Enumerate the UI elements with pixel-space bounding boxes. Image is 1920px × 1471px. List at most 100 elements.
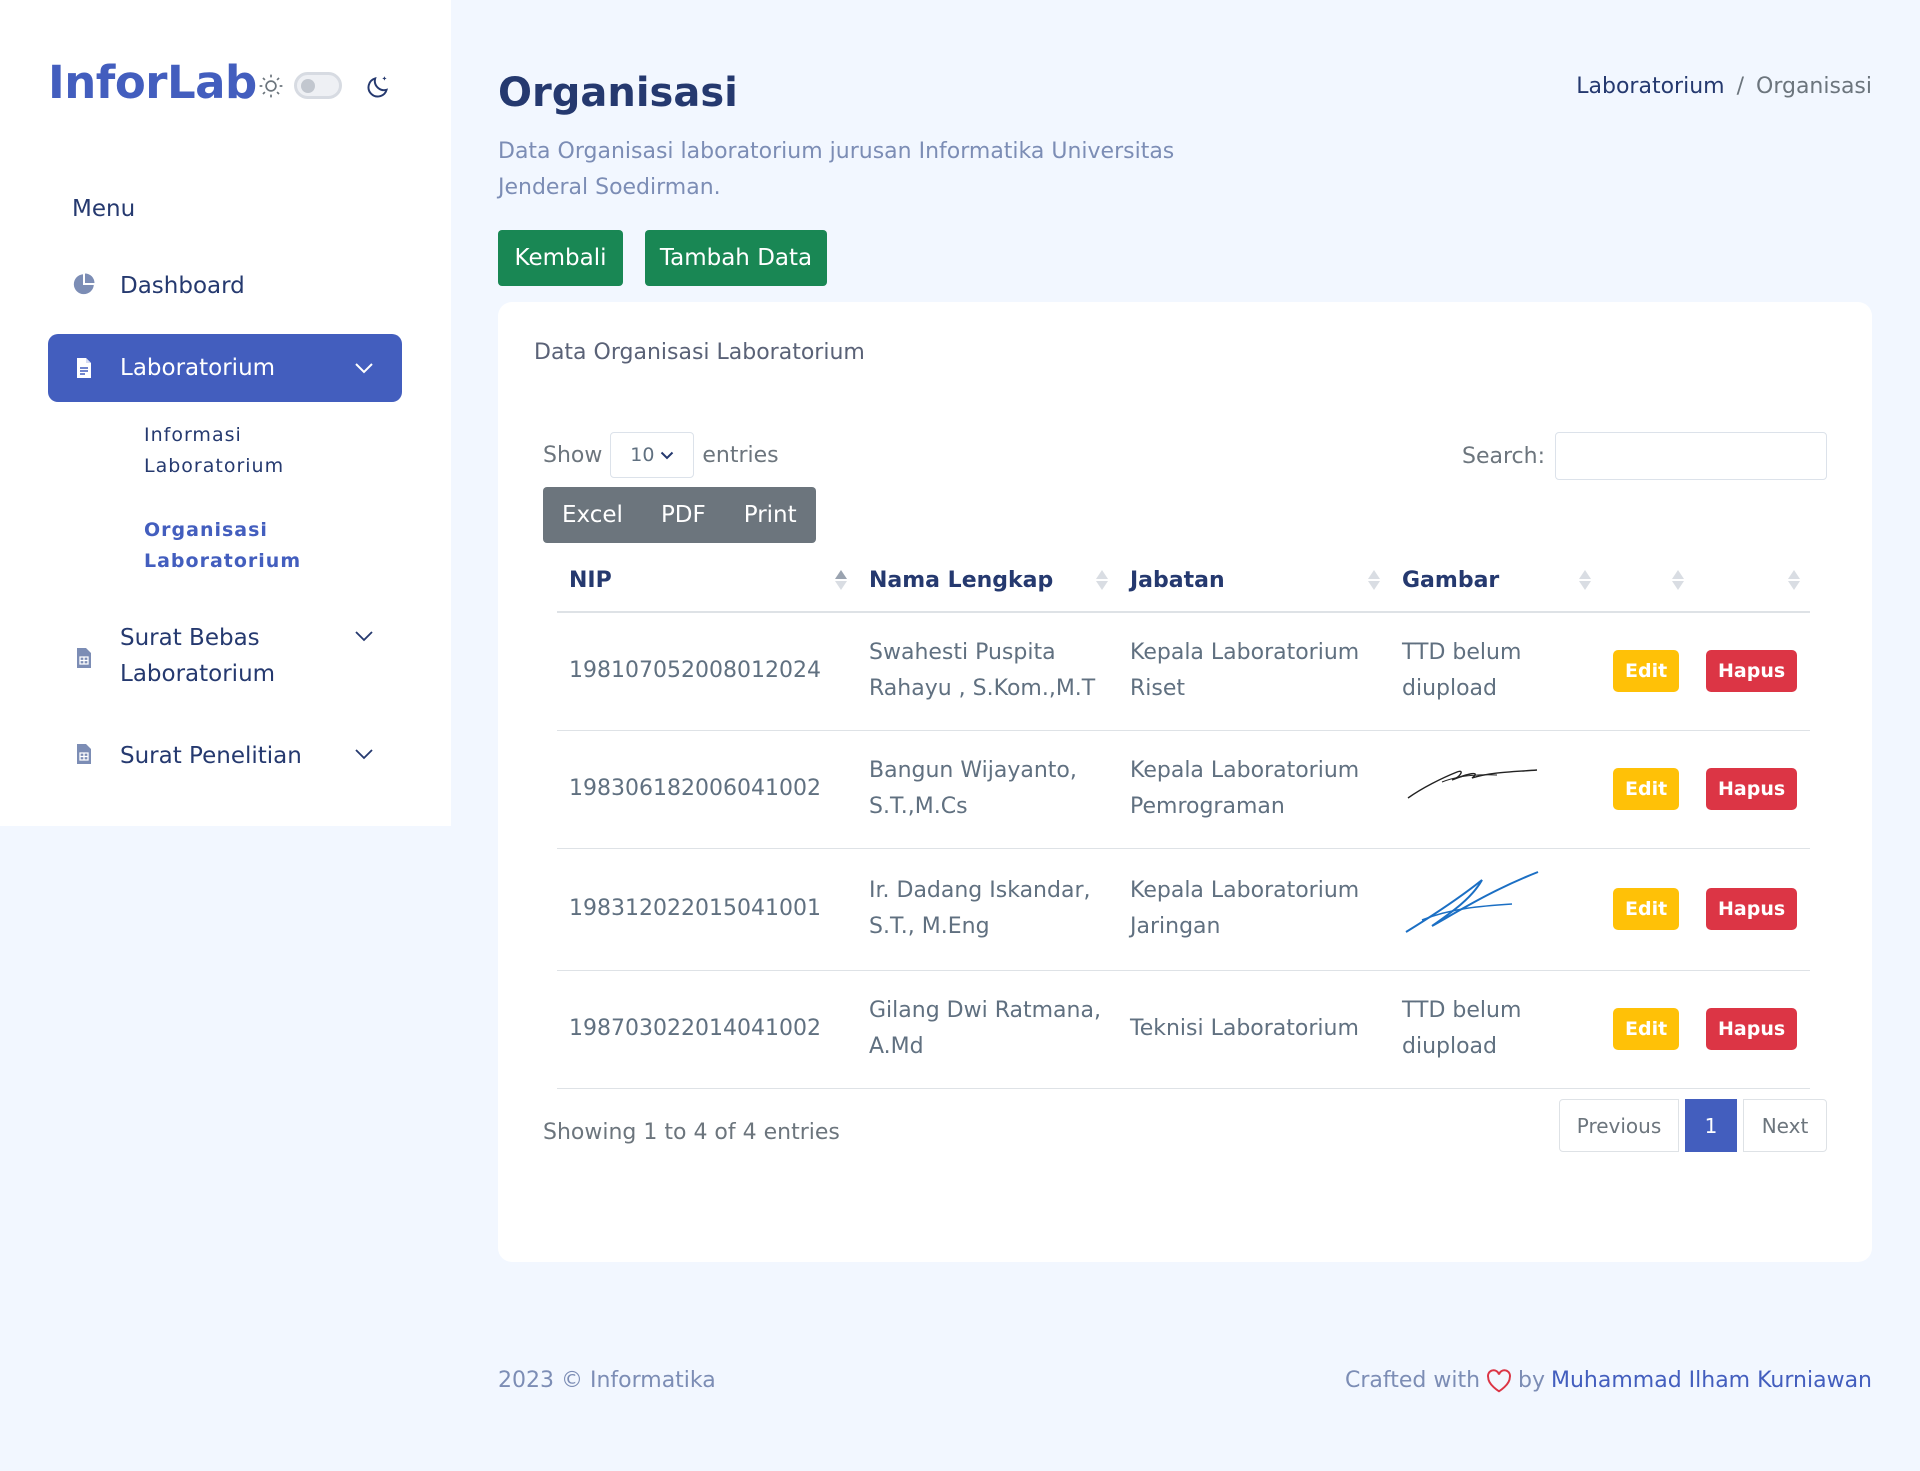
delete-button[interactable]: Hapus bbox=[1706, 768, 1798, 810]
edit-button[interactable]: Edit bbox=[1613, 888, 1680, 930]
sidebar-subitem-organisasi[interactable]: Organisasi Laboratorium bbox=[144, 515, 304, 577]
file-spreadsheet-icon bbox=[77, 744, 91, 764]
sort-icon bbox=[1096, 570, 1108, 590]
sidebar: InforLab Menu Dashboard Laboratorium Inf… bbox=[0, 0, 451, 826]
cell-nama: Gilang Dwi Ratmana, A.Md bbox=[857, 970, 1118, 1089]
file-spreadsheet-icon bbox=[77, 648, 91, 668]
add-data-button[interactable]: Tambah Data bbox=[645, 230, 827, 286]
table-header-row: NIP Nama Lengkap Jabatan Gambar bbox=[557, 550, 1810, 613]
cell-nip: 198312022015041001 bbox=[557, 848, 857, 971]
page-subtitle: Data Organisasi laboratorium jurusan Inf… bbox=[498, 139, 1175, 200]
chevron-down-icon bbox=[355, 363, 373, 374]
sidebar-subitem-informasi[interactable]: Informasi Laboratorium bbox=[144, 420, 304, 482]
cell-jabatan: Kepala Laboratorium Pemrograman bbox=[1118, 730, 1390, 849]
dark-mode-switch[interactable] bbox=[294, 72, 342, 99]
previous-page-button[interactable]: Previous bbox=[1559, 1099, 1679, 1152]
file-icon bbox=[77, 358, 91, 378]
page-title: Organisasi bbox=[498, 70, 738, 116]
sidebar-item-surat-penelitian[interactable]: Surat Penelitian bbox=[48, 738, 402, 774]
cell-gambar: TTD belum diupload bbox=[1390, 970, 1601, 1089]
signature-image bbox=[1405, 871, 1539, 933]
table-info: Showing 1 to 4 of 4 entries bbox=[543, 1120, 840, 1145]
page-1-button[interactable]: 1 bbox=[1685, 1099, 1737, 1152]
export-button-group: Excel PDF Print bbox=[543, 487, 816, 543]
export-excel-button[interactable]: Excel bbox=[543, 487, 642, 543]
cell-jabatan: Kepala Laboratorium Jaringan bbox=[1118, 848, 1390, 971]
table-row: 198306182006041002 Bangun Wijayanto, S.T… bbox=[557, 730, 1810, 849]
cell-nip: 198107052008012024 bbox=[557, 612, 857, 731]
cell-edit: Edit bbox=[1601, 612, 1694, 731]
sidebar-item-dashboard[interactable]: Dashboard bbox=[48, 268, 402, 304]
heart-icon bbox=[1487, 1368, 1511, 1392]
cell-gambar: TTD belum diupload bbox=[1390, 612, 1601, 731]
search-label: Search: bbox=[1462, 443, 1545, 469]
cell-edit: Edit bbox=[1601, 970, 1694, 1089]
cell-hapus: Hapus bbox=[1694, 730, 1810, 849]
edit-button[interactable]: Edit bbox=[1613, 650, 1680, 693]
column-header-nama[interactable]: Nama Lengkap bbox=[857, 550, 1118, 613]
next-page-button[interactable]: Next bbox=[1743, 1099, 1827, 1152]
sidebar-item-laboratorium[interactable]: Laboratorium bbox=[48, 334, 402, 402]
entries-select[interactable]: 10 bbox=[610, 432, 695, 478]
breadcrumb-item-laboratorium[interactable]: Laboratorium bbox=[1576, 74, 1724, 99]
table-row: 198312022015041001 Ir. Dadang Iskandar, … bbox=[557, 848, 1810, 971]
export-pdf-button[interactable]: PDF bbox=[642, 487, 725, 543]
delete-button[interactable]: Hapus bbox=[1706, 650, 1798, 693]
table-row: 198107052008012024 Swahesti Puspita Raha… bbox=[557, 612, 1810, 731]
cell-nama: Bangun Wijayanto, S.T.,M.Cs bbox=[857, 730, 1118, 849]
breadcrumb: Laboratorium / Organisasi bbox=[1576, 74, 1872, 99]
column-header-nip[interactable]: NIP bbox=[557, 550, 857, 613]
sidebar-item-label: Surat Penelitian bbox=[120, 743, 302, 769]
cell-hapus: Hapus bbox=[1694, 612, 1810, 731]
entries-length-control: Show 10 entries bbox=[543, 432, 779, 478]
footer-copyright: 2023 © Informatika bbox=[498, 1368, 716, 1393]
moon-icon bbox=[366, 73, 392, 99]
author-link[interactable]: Muhammad Ilham Kurniawan bbox=[1551, 1368, 1872, 1393]
switch-knob bbox=[301, 79, 315, 93]
sidebar-item-label: Dashboard bbox=[120, 273, 245, 299]
footer-by-text: by bbox=[1518, 1368, 1545, 1393]
pie-chart-icon bbox=[73, 273, 95, 295]
brand-logo[interactable]: InforLab bbox=[48, 56, 257, 109]
cell-nama: Swahesti Puspita Rahayu , S.Kom.,M.T bbox=[857, 612, 1118, 731]
signature-image bbox=[1407, 769, 1538, 799]
footer-credit: Crafted with by Muhammad Ilham Kurniawan bbox=[1345, 1368, 1872, 1393]
table-row: 198703022014041002 Gilang Dwi Ratmana, A… bbox=[557, 970, 1810, 1089]
column-header-gambar[interactable]: Gambar bbox=[1390, 550, 1601, 613]
cell-nip: 198306182006041002 bbox=[557, 730, 857, 849]
print-button[interactable]: Print bbox=[725, 487, 816, 543]
delete-button[interactable]: Hapus bbox=[1706, 1008, 1798, 1050]
cell-gambar bbox=[1390, 848, 1601, 971]
cell-hapus: Hapus bbox=[1694, 970, 1810, 1089]
cell-gambar bbox=[1390, 730, 1601, 849]
sun-icon bbox=[258, 73, 284, 99]
cell-edit: Edit bbox=[1601, 730, 1694, 849]
entries-value: 10 bbox=[630, 444, 655, 466]
back-button[interactable]: Kembali bbox=[498, 230, 623, 286]
cell-nip: 198703022014041002 bbox=[557, 970, 857, 1089]
theme-toggle bbox=[258, 72, 392, 99]
search-input[interactable] bbox=[1555, 432, 1827, 480]
delete-button[interactable]: Hapus bbox=[1706, 888, 1798, 930]
menu-title: Menu bbox=[72, 196, 136, 222]
breadcrumb-item-organisasi: Organisasi bbox=[1756, 74, 1872, 99]
column-header-jabatan[interactable]: Jabatan bbox=[1118, 550, 1390, 613]
column-header-edit[interactable] bbox=[1601, 550, 1694, 613]
chevron-down-icon bbox=[355, 749, 373, 760]
edit-button[interactable]: Edit bbox=[1613, 768, 1680, 810]
cell-jabatan: Teknisi Laboratorium bbox=[1118, 970, 1390, 1089]
sidebar-item-surat-bebas[interactable]: Surat Bebas Laboratorium bbox=[48, 620, 402, 692]
cell-nama: Ir. Dadang Iskandar, S.T., M.Eng bbox=[857, 848, 1118, 971]
chevron-down-icon bbox=[661, 451, 674, 459]
sort-icon bbox=[835, 570, 847, 590]
cell-jabatan: Kepala Laboratorium Riset bbox=[1118, 612, 1390, 731]
chevron-down-icon bbox=[355, 631, 373, 642]
column-header-hapus[interactable] bbox=[1694, 550, 1810, 613]
footer-crafted-text: Crafted with bbox=[1344, 1368, 1481, 1393]
show-label: Show bbox=[543, 442, 603, 468]
sidebar-item-label: Surat Bebas Laboratorium bbox=[120, 625, 276, 687]
sort-icon bbox=[1672, 570, 1684, 590]
edit-button[interactable]: Edit bbox=[1613, 1008, 1680, 1050]
breadcrumb-separator: / bbox=[1736, 74, 1744, 99]
sort-icon bbox=[1579, 570, 1591, 590]
